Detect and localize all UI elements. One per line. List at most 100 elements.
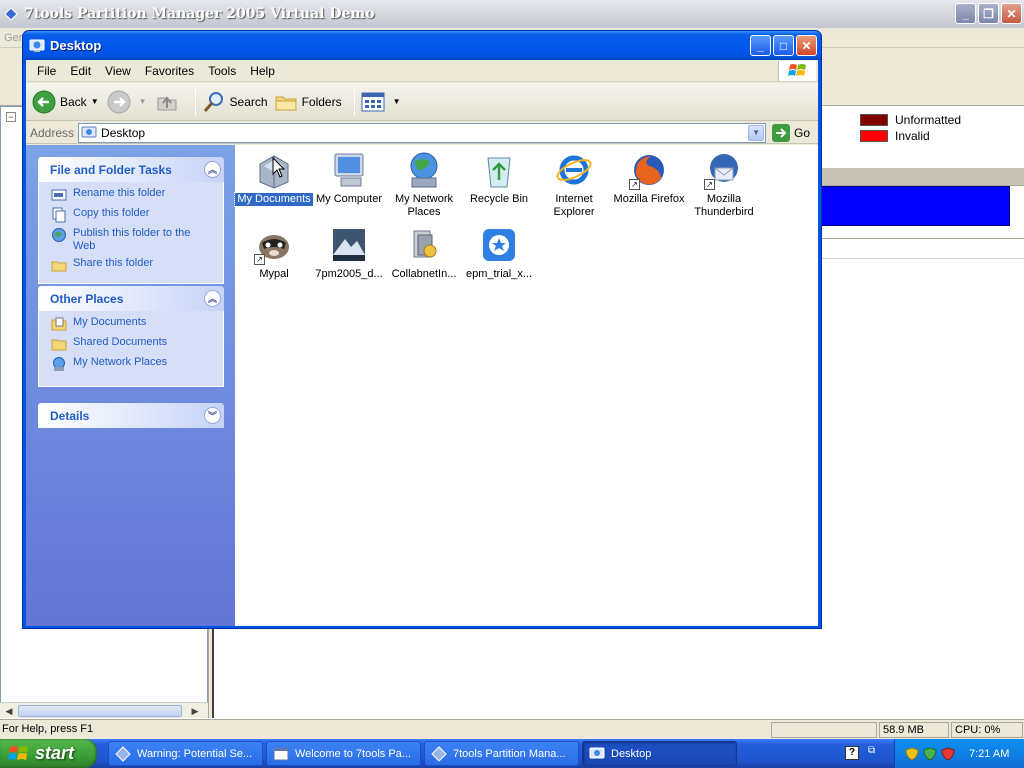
up-folder-button[interactable] [155,90,183,114]
desktop-explorer-window: Desktop _ □ ✕ File Edit View Favorites T… [22,30,822,629]
desktop-item-my-network-places[interactable]: My Network Places [385,150,463,219]
task-label: Publish this folder to the Web [73,227,191,252]
task-label: Shared Documents [73,336,168,348]
alert-shield-icon[interactable] [941,746,955,761]
task-label: Share this folder [73,257,154,269]
maximize-button[interactable]: □ [773,35,794,56]
views-button[interactable]: ▼ [361,92,403,112]
desktop-item-collabnet[interactable]: CollabnetIn... [385,225,463,281]
close-button[interactable]: ✕ [796,35,817,56]
views-icon [361,92,385,111]
place-my-documents[interactable]: My Documents [51,316,223,332]
divider [820,238,1024,239]
bg-close-button[interactable]: ✕ [1001,3,1022,24]
task-rename-folder[interactable]: Rename this folder [51,187,223,203]
back-dropdown-icon[interactable]: ▼ [91,97,99,106]
address-input[interactable]: Desktop ▼ [78,122,767,143]
tree-collapse-icon[interactable]: − [6,112,16,122]
desktop-item-epm-trial[interactable]: epm_trial_x... [460,225,538,281]
restore-windows-icon[interactable]: ⧉ [868,745,880,759]
network-places-icon [410,152,438,188]
network-shield-icon[interactable] [923,746,937,761]
views-dropdown-icon[interactable]: ▼ [393,97,401,106]
search-icon [203,91,223,112]
address-bar: Address Desktop ▼ Go [26,122,818,144]
scrollbar-thumb[interactable] [18,705,182,717]
panel-title: Details [50,408,90,423]
search-button[interactable]: Search [202,90,268,114]
icon-label: epm_trial_x... [465,268,533,280]
task-label: Welcome to 7tools Pa... [295,747,411,760]
scroll-left-icon[interactable]: ◀ [2,704,16,718]
toolbar-separator [194,87,196,116]
expand-chevron-icon[interactable]: ︾ [204,407,221,424]
folders-button[interactable]: Folders [274,90,342,114]
my-documents-small-icon [51,317,67,331]
go-button[interactable]: Go [772,123,810,142]
start-button[interactable]: start [0,739,97,768]
task-copy-folder[interactable]: Copy this folder [51,207,223,223]
menu-view[interactable]: View [98,64,138,78]
background-app-title: 7tools Partition Manager 2005 Virtual De… [24,6,375,22]
menu-edit[interactable]: Edit [63,64,98,78]
scroll-right-icon[interactable]: ▶ [188,704,202,718]
task-publish-folder[interactable]: Publish this folder to the Web [51,227,223,253]
icon-label: My Documents [234,192,314,207]
explorer-titlebar[interactable]: Desktop _ □ ✕ [23,31,821,60]
menu-file[interactable]: File [30,64,63,78]
bg-minimize-button[interactable]: _ [955,3,976,24]
icon-label: My Computer [315,193,383,205]
toolbar-separator [353,87,355,116]
desktop-item-mozilla-thunderbird[interactable]: ↗ Mozilla Thunderbird [685,150,763,219]
desktop-item-my-computer[interactable]: My Computer [310,150,388,206]
place-my-network-places[interactable]: My Network Places [51,356,223,372]
other-places-header[interactable]: Other Places ︽ [38,286,224,311]
back-button[interactable]: Back ▼ [32,90,101,114]
security-shield-icon[interactable] [905,746,919,761]
disk-partition-bar[interactable] [820,186,1010,226]
collapse-chevron-icon[interactable]: ︽ [204,161,221,178]
desktop-item-recycle-bin[interactable]: Recycle Bin [460,150,538,206]
forward-dropdown-icon[interactable]: ▼ [139,97,147,106]
taskbar-task-partition-manager[interactable]: 7tools Partition Mana... [424,741,579,766]
background-app-titlebar: 7tools Partition Manager 2005 Virtual De… [0,0,1024,28]
explorer-body: File Edit View Favorites Tools Help Back… [26,60,818,626]
help-icon[interactable]: ? [845,746,859,760]
file-folder-tasks-header[interactable]: File and Folder Tasks ︽ [38,157,224,182]
thunderbird-icon: ↗ [704,150,744,190]
desktop-item-mozilla-firefox[interactable]: ↗ Mozilla Firefox [610,150,688,206]
desktop-item-mypal[interactable]: ↗ Mypal [235,225,313,281]
recycle-bin-icon [487,157,511,188]
icon-label: Recycle Bin [469,193,529,205]
forward-button[interactable]: ▼ [107,90,149,114]
icon-label: Mypal [259,268,289,280]
rename-icon [51,189,67,201]
tree-horizontal-scrollbar[interactable]: ◀ ▶ [0,702,208,718]
publish-globe-icon [52,228,66,242]
file-folder-tasks-panel: File and Folder Tasks ︽ Rename this fold… [38,157,224,284]
legend-invalid: Invalid [860,128,961,144]
address-dropdown-icon[interactable]: ▼ [748,124,765,141]
bg-restore-button[interactable]: ❐ [978,3,999,24]
minimize-button[interactable]: _ [750,35,771,56]
taskbar-task-welcome[interactable]: Welcome to 7tools Pa... [266,741,421,766]
other-places-panel: Other Places ︽ My Documents Shared Docum… [38,286,224,387]
place-shared-documents[interactable]: Shared Documents [51,336,223,352]
desktop-item-internet-explorer[interactable]: Internet Explorer [535,150,613,219]
details-header[interactable]: Details ︾ [38,403,224,428]
task-share-folder[interactable]: Share this folder [51,257,223,273]
menu-bar: File Edit View Favorites Tools Help [26,60,818,82]
collapse-chevron-icon[interactable]: ︽ [204,290,221,307]
taskbar-task-desktop[interactable]: Desktop [582,741,737,766]
share-folder-icon [51,261,67,272]
details-panel: Details ︾ [38,403,224,428]
menu-help[interactable]: Help [243,64,282,78]
taskbar-task-warning[interactable]: Warning: Potential Se... [108,741,263,766]
taskbar-clock: 7:21 AM [969,747,1010,760]
menu-tools[interactable]: Tools [201,64,243,78]
desktop-item-7pm2005[interactable]: 7pm2005_d... [310,225,388,281]
icon-label: Mozilla Firefox [613,193,685,205]
legend-swatch-invalid [860,130,888,142]
menu-favorites[interactable]: Favorites [138,64,201,78]
desktop-icons-view[interactable]: My Documents My Computer My Network Plac… [234,145,818,626]
